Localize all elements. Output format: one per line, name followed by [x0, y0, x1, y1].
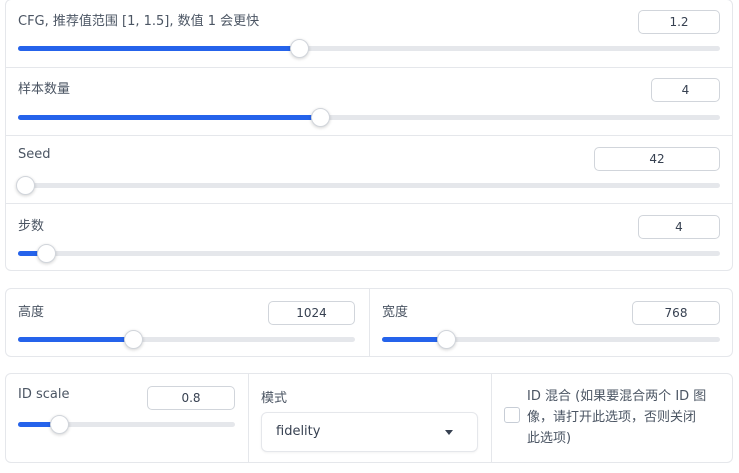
chevron-down-icon	[445, 430, 453, 435]
column-divider	[248, 374, 249, 462]
width-label: 宽度	[382, 305, 409, 320]
column-divider	[369, 289, 370, 356]
steps-slider[interactable]	[18, 244, 720, 263]
id-mix-label-line: 此选项)	[527, 431, 572, 446]
sampling-settings-panel: CFG, 推荐值范围 [1, 1.5], 数值 1 会更快 1.2 样本数量 4…	[5, 0, 733, 271]
width-slider-thumb[interactable]	[437, 330, 457, 349]
id-scale-number-input[interactable]: 0.8	[147, 386, 235, 410]
id-scale-label: ID scale	[18, 387, 70, 402]
width-slider[interactable]	[382, 330, 720, 349]
height-label: 高度	[18, 305, 45, 320]
num-samples-number-input[interactable]: 4	[651, 78, 720, 102]
id-scale-slider[interactable]	[18, 415, 235, 434]
row-divider	[6, 135, 732, 136]
height-number-input[interactable]: 1024	[268, 301, 355, 325]
steps-slider-thumb[interactable]	[37, 244, 57, 263]
steps-label: 步数	[18, 219, 45, 234]
id-scale-slider-thumb[interactable]	[50, 415, 70, 434]
mode-label: 模式	[261, 391, 288, 406]
cfg-label: CFG, 推荐值范围 [1, 1.5], 数值 1 会更快	[18, 14, 260, 29]
seed-number-input[interactable]: 42	[594, 147, 720, 171]
cfg-slider[interactable]	[18, 39, 720, 58]
height-slider[interactable]	[18, 330, 355, 349]
num-samples-slider-thumb[interactable]	[310, 108, 330, 127]
seed-slider[interactable]	[16, 176, 720, 195]
height-slider-thumb[interactable]	[123, 330, 143, 349]
steps-number-input[interactable]: 4	[638, 215, 720, 239]
mode-selected-value: fidelity	[276, 424, 321, 439]
cfg-number-input[interactable]: 1.2	[638, 10, 720, 34]
id-mix-label-line: 像，请打开此选项，否则关闭	[527, 410, 697, 425]
seed-label: Seed	[18, 147, 51, 162]
id-mix-label: ID 混合 (如果要混合两个 ID 图 像，请打开此选项，否则关闭 此选项)	[527, 386, 706, 449]
seed-slider-thumb[interactable]	[16, 176, 36, 195]
id-options-panel: ID scale 0.8 模式 fidelity ID 混合 (如果要混合两个 …	[5, 373, 733, 463]
row-divider	[6, 203, 732, 204]
image-size-panel: 高度 1024 宽度 768	[5, 288, 733, 357]
cfg-slider-fill	[18, 46, 299, 51]
row-divider	[6, 67, 732, 68]
height-slider-fill	[18, 337, 133, 342]
num-samples-slider-fill	[18, 115, 320, 120]
mode-dropdown[interactable]: fidelity	[261, 412, 478, 452]
column-divider	[491, 374, 492, 462]
cfg-slider-thumb[interactable]	[289, 39, 309, 58]
width-number-input[interactable]: 768	[632, 301, 720, 325]
num-samples-label: 样本数量	[18, 82, 71, 97]
id-mix-checkbox[interactable]	[504, 407, 520, 423]
id-mix-label-line: ID 混合 (如果要混合两个 ID 图	[527, 389, 707, 404]
num-samples-slider[interactable]	[18, 108, 720, 127]
